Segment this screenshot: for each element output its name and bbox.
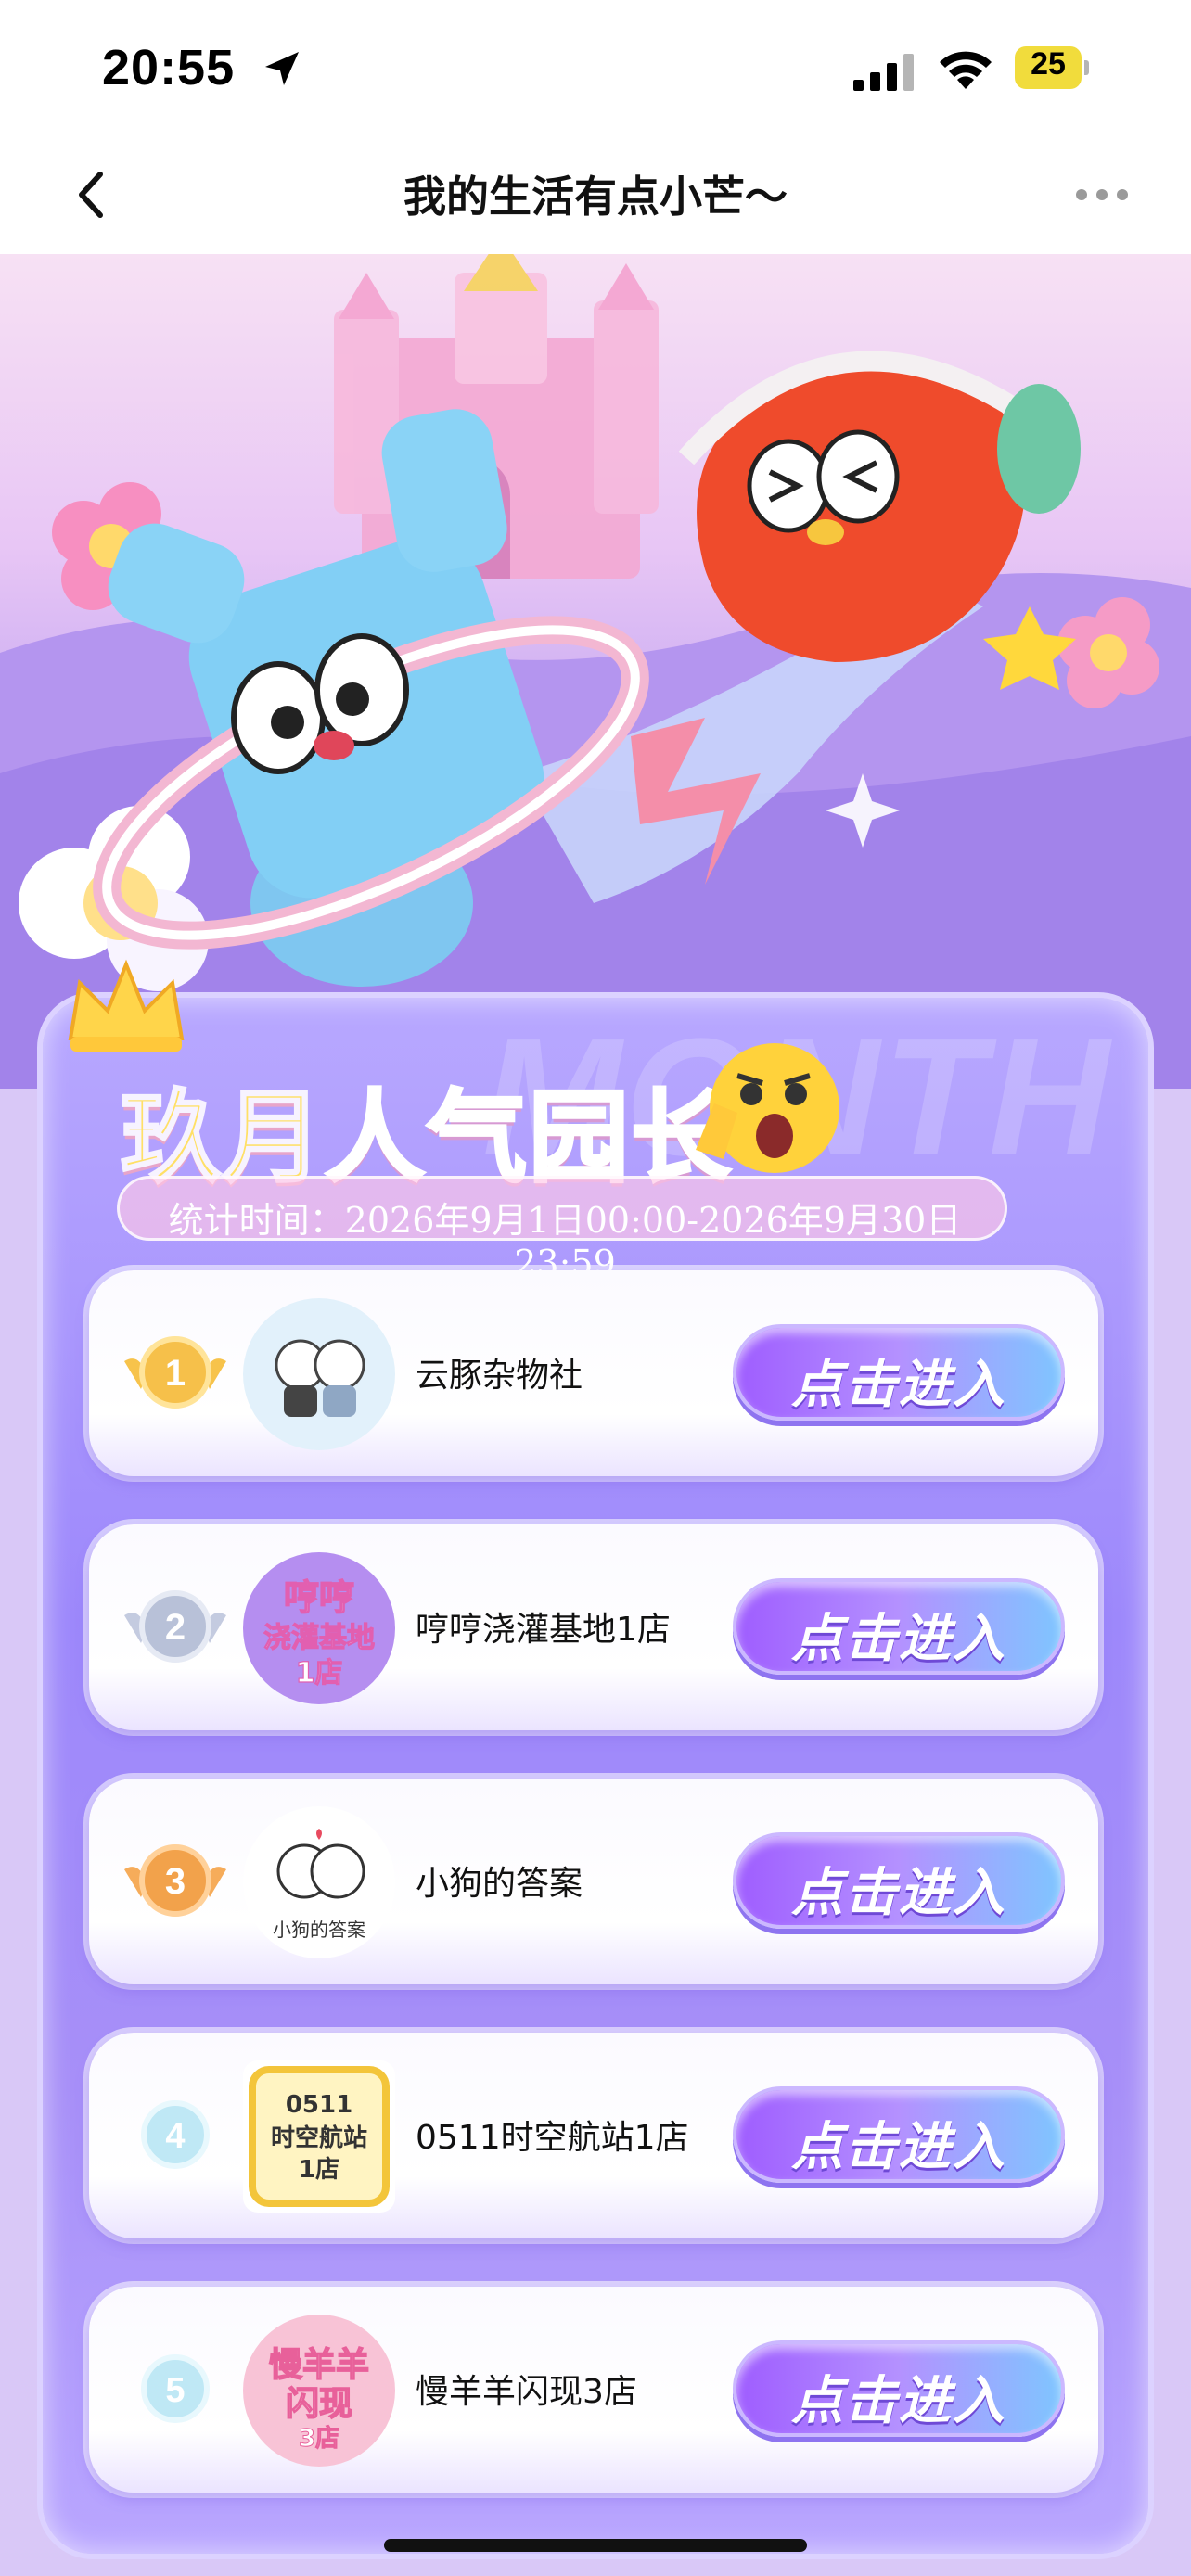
enter-button-label: 点击进入 [791,1609,1006,1669]
ranking-row-3: 3 小狗的答案 小狗的答案 点击进入 [89,1779,1098,1984]
cellular-signal-icon [853,54,914,91]
svg-text:3店: 3店 [299,2425,339,2453]
store-name: 哼哼浇灌基地1店 [416,1611,671,1649]
store-name: 慢羊羊闪现3店 [416,2373,637,2411]
enter-button-2[interactable]: 点击进入 [733,1578,1065,1675]
enter-button-label: 点击进入 [791,1863,1006,1923]
store-avatar-1[interactable] [243,1298,395,1450]
svg-text:哼哼: 哼哼 [284,1577,354,1618]
svg-text:浇灌基地: 浇灌基地 [263,1622,375,1654]
wifi-icon [940,51,992,89]
enter-button-4[interactable]: 点击进入 [733,2086,1065,2183]
enter-button-5[interactable]: 点击进入 [733,2340,1065,2437]
rank-2-medal-icon: 2 [124,1590,226,1663]
enter-button-3[interactable]: 点击进入 [733,1832,1065,1929]
battery-level: 25 [1031,46,1066,82]
rank-1-medal-icon: 1 [124,1336,226,1409]
svg-text:1店: 1店 [296,1657,343,1690]
ranking-row-2: 2 哼哼 浇灌基地 1店 哼哼浇灌基地1店 点击进入 [89,1524,1098,1730]
rank-1-number: 1 [165,1353,186,1394]
store-avatar-2[interactable]: 哼哼 浇灌基地 1店 [243,1552,395,1704]
svg-text:时空航站: 时空航站 [271,2123,367,2152]
enter-button-1[interactable]: 点击进入 [733,1324,1065,1421]
ranking-row-5: 5 慢羊羊 闪现 3店 慢羊羊闪现3店 点击进入 [89,2287,1098,2493]
store-avatar-3[interactable]: 小狗的答案 [243,1806,395,1958]
ranking-row-1: 1 云豚杂物社 点击进入 [89,1270,1098,1476]
ranking-row-4: 4 0511 时空航站 1店 0511时空航站1店 点击进入 [89,2033,1098,2238]
location-arrow-icon [265,52,299,85]
svg-text:慢羊羊: 慢羊羊 [269,2346,369,2384]
status-time: 20:55 [102,40,236,96]
page-title: 我的生活有点小芒～ [403,172,788,222]
home-indicator[interactable] [384,2539,807,2552]
svg-text:小狗的答案: 小狗的答案 [273,1919,365,1941]
enter-button-label: 点击进入 [791,2371,1006,2431]
rank-4-badge-icon: 4 [141,2100,210,2169]
store-name: 云豚杂物社 [416,1357,583,1395]
enter-button-label: 点击进入 [791,1355,1006,1415]
rank-5-number: 5 [165,2371,185,2410]
svg-text:闪现: 闪现 [286,2385,352,2423]
svg-text:0511: 0511 [286,2091,352,2119]
rank-3-medal-icon: 3 [124,1844,226,1917]
rank-5-badge-icon: 5 [141,2354,210,2423]
status-bar: 20:55 25 [0,0,1191,139]
enter-button-label: 点击进入 [791,2117,1006,2177]
store-avatar-4[interactable]: 0511 时空航站 1店 [243,2060,395,2213]
battery-icon: 25 [1015,46,1089,89]
store-name: 0511时空航站1店 [416,2119,689,2157]
nav-bar: 我的生活有点小芒～ [0,139,1191,254]
rank-3-number: 3 [165,1861,186,1902]
crown-icon [68,959,185,1052]
rank-2-number: 2 [165,1607,186,1648]
ranking-title: 玖月人气园长 [119,1057,733,1198]
store-name: 小狗的答案 [416,1865,583,1903]
more-options-icon[interactable] [1074,185,1130,204]
stat-period-pill: 统计时间：2026年9月1日00:00-2026年9月30日23:59 [117,1176,1007,1283]
svg-text:1店: 1店 [299,2156,339,2184]
surprised-emoji-icon [696,1043,839,1173]
rank-4-number: 4 [165,2117,185,2156]
store-avatar-5[interactable]: 慢羊羊 闪现 3店 [243,2315,395,2467]
